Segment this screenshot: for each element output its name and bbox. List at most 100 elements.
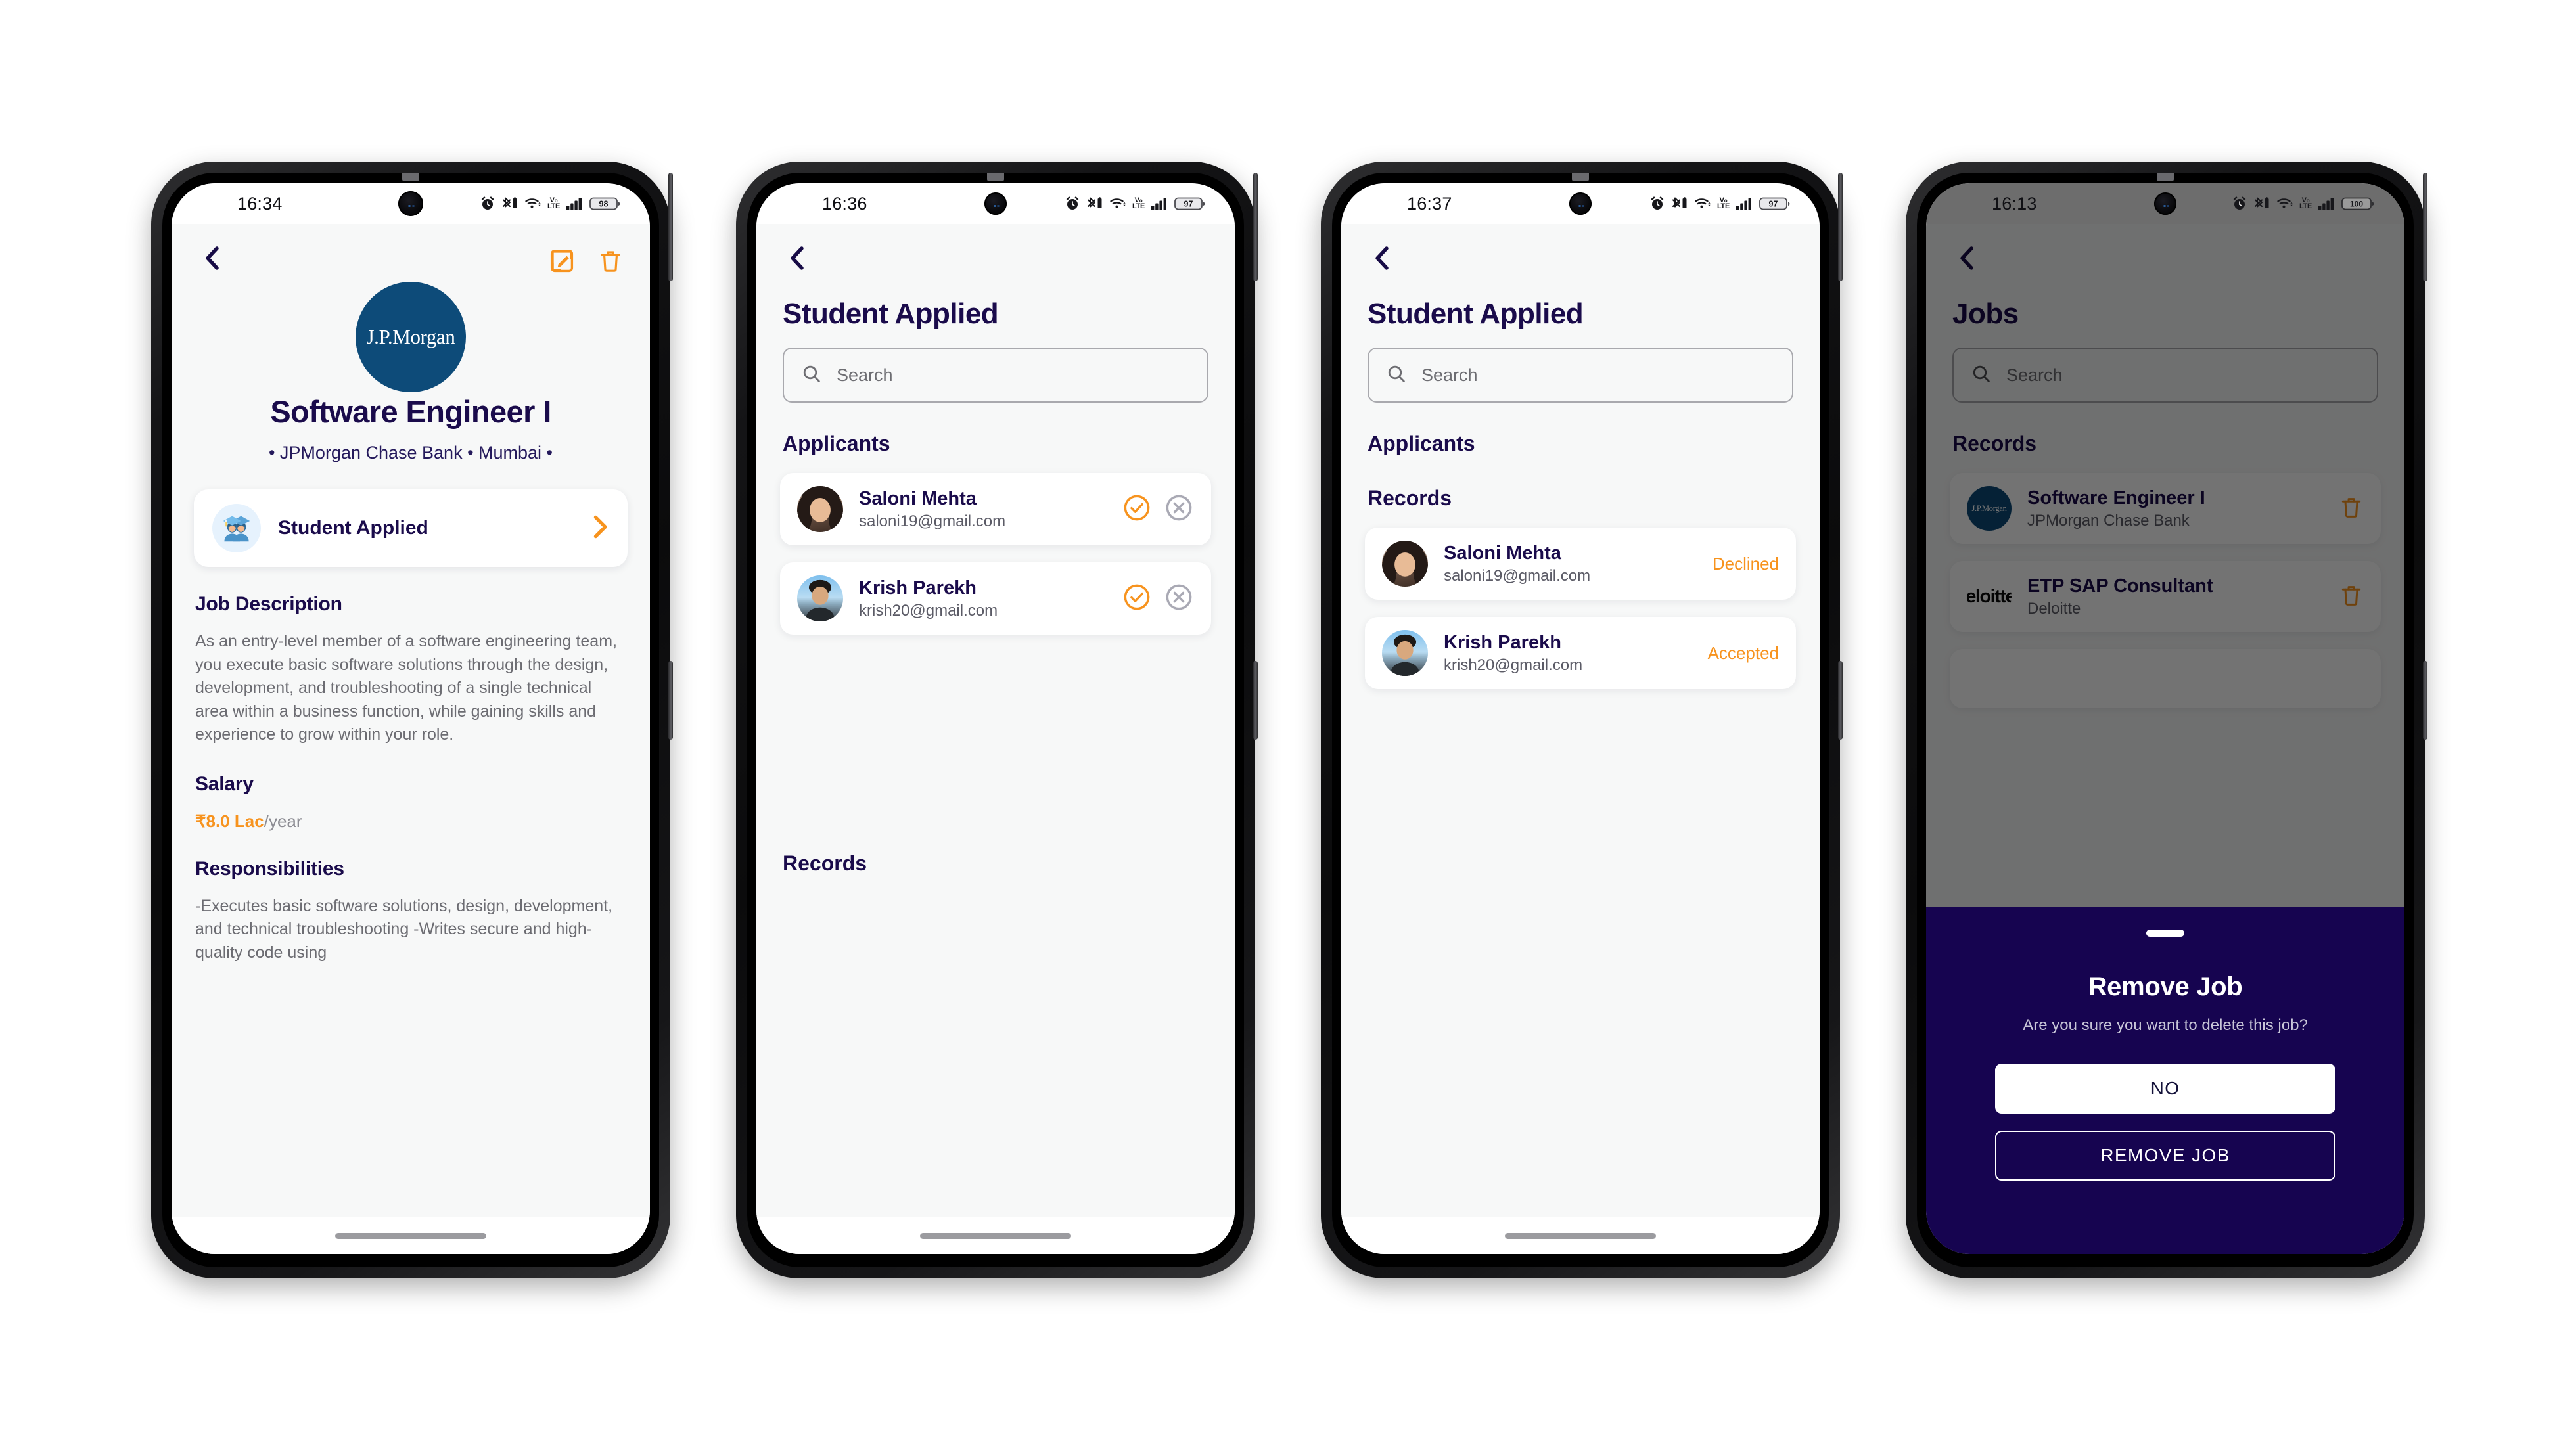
applicants-heading: Applicants xyxy=(1368,432,1475,455)
back-button[interactable] xyxy=(1950,241,1984,275)
job-company: Deloitte xyxy=(2027,600,2081,618)
gesture-bar xyxy=(1926,1217,2404,1254)
wifi-icon xyxy=(2276,196,2293,212)
job-detail-screen: J.P.Morgan Software Engineer I • JPMorga… xyxy=(172,224,650,1217)
job-subtitle: • JPMorgan Chase Bank • Mumbai • xyxy=(268,443,553,462)
confirm-remove-button[interactable]: REMOVE JOB xyxy=(1995,1131,2335,1181)
signal-bars-icon xyxy=(566,196,584,211)
salary-value: ₹8.0 Lac/year xyxy=(195,811,626,832)
job-row[interactable] xyxy=(1950,649,2381,708)
applicants-heading: Applicants xyxy=(783,432,890,455)
alarm-icon xyxy=(480,196,495,212)
record-row[interactable]: Saloni Mehta saloni19@gmail.com Declined xyxy=(1365,528,1796,600)
search-placeholder: Search xyxy=(837,365,893,385)
applicant-row[interactable]: Saloni Mehta saloni19@gmail.com xyxy=(780,473,1211,545)
alarm-icon xyxy=(1649,196,1665,212)
company-logo-text: J.P.Morgan xyxy=(1971,503,2007,513)
bluetooth-battery-icon xyxy=(501,196,518,212)
status-badge: Accepted xyxy=(1707,642,1779,663)
status-time: 16:13 xyxy=(1992,193,2037,214)
power-button[interactable] xyxy=(1253,661,1258,740)
svg-text:98: 98 xyxy=(599,200,609,209)
drag-handle[interactable] xyxy=(2146,930,2184,937)
job-description-heading: Job Description xyxy=(195,593,342,615)
signal-bars-icon xyxy=(1151,196,1168,211)
job-row[interactable]: J.P.Morgan Software Engineer I JPMorgan … xyxy=(1950,473,2381,544)
wifi-icon xyxy=(524,196,541,212)
earpiece-slot xyxy=(2157,173,2174,181)
job-row[interactable]: Deloitte ETP SAP Consultant Deloitte xyxy=(1950,561,2381,632)
job-title: ETP SAP Consultant xyxy=(2027,575,2213,596)
search-placeholder: Search xyxy=(1421,365,1478,385)
dialog-message: Are you sure you want to delete this job… xyxy=(2023,1016,2308,1034)
svg-text:97: 97 xyxy=(1184,200,1193,209)
svg-text:100: 100 xyxy=(2350,200,2363,209)
power-button[interactable] xyxy=(1838,661,1843,740)
decline-x-icon[interactable] xyxy=(1164,493,1194,526)
status-badge: Declined xyxy=(1712,553,1779,574)
applicant-email: saloni19@gmail.com xyxy=(859,512,1006,531)
phone-1-job-detail: 16:34 Vo LTE 98 J.P.Morgan Software Engi… xyxy=(151,162,673,1278)
search-icon xyxy=(1971,363,1992,388)
battery-icon: 97 xyxy=(1174,196,1206,212)
wifi-icon xyxy=(1109,196,1126,212)
phone-3-records: 16:37 Vo LTE 97 Student Applied Search A… xyxy=(1321,162,1843,1278)
dialog-title: Remove Job xyxy=(2088,972,2243,1001)
cancel-button[interactable]: NO xyxy=(1995,1064,2335,1114)
record-name: Saloni Mehta xyxy=(1444,542,1561,564)
front-camera-cutout xyxy=(1569,192,1592,215)
applicant-email: krish20@gmail.com xyxy=(859,602,998,620)
company-logo: Deloitte xyxy=(1967,574,2012,619)
back-button[interactable] xyxy=(195,241,229,275)
volume-button[interactable] xyxy=(1253,173,1258,281)
delete-icon[interactable] xyxy=(2339,494,2364,524)
salary-period: /year xyxy=(264,811,302,831)
search-input[interactable]: Search xyxy=(1368,348,1793,403)
company-logo: J.P.Morgan xyxy=(1967,486,2012,531)
applicant-row[interactable]: Krish Parekh krish20@gmail.com xyxy=(780,562,1211,635)
status-time: 16:37 xyxy=(1407,193,1452,214)
back-button[interactable] xyxy=(1365,241,1399,275)
back-button[interactable] xyxy=(780,241,814,275)
status-bar: 16:36 Vo LTE 97 xyxy=(756,183,1235,224)
accept-check-icon[interactable] xyxy=(1122,582,1152,616)
responsibilities-body: -Executes basic software solutions, desi… xyxy=(195,896,613,962)
avatar xyxy=(1382,630,1428,676)
volume-button[interactable] xyxy=(668,173,673,281)
volte-icon: Vo LTE xyxy=(1716,196,1730,210)
gesture-bar xyxy=(172,1217,650,1254)
accept-check-icon[interactable] xyxy=(1122,493,1152,526)
earpiece-slot xyxy=(987,173,1004,181)
volte-icon: Vo LTE xyxy=(1132,196,1145,210)
responsibilities-heading: Responsibilities xyxy=(195,857,344,880)
volume-button[interactable] xyxy=(2423,173,2427,281)
search-input[interactable]: Search xyxy=(1952,348,2378,403)
record-email: saloni19@gmail.com xyxy=(1444,567,1591,585)
power-button[interactable] xyxy=(668,661,673,740)
signal-bars-icon xyxy=(1736,196,1753,211)
avatar xyxy=(797,486,843,532)
delete-icon[interactable] xyxy=(595,245,626,277)
status-time: 16:36 xyxy=(822,193,867,214)
avatar xyxy=(797,575,843,621)
bluetooth-battery-icon xyxy=(1086,196,1103,212)
power-button[interactable] xyxy=(2423,661,2427,740)
job-title: Software Engineer I xyxy=(2027,487,2205,508)
volume-button[interactable] xyxy=(1838,173,1843,281)
search-input[interactable]: Search xyxy=(783,348,1208,403)
search-placeholder: Search xyxy=(2006,365,2063,385)
decline-x-icon[interactable] xyxy=(1164,582,1194,616)
record-row[interactable]: Krish Parekh krish20@gmail.com Accepted xyxy=(1365,617,1796,689)
delete-icon[interactable] xyxy=(2339,582,2364,612)
records-heading: Records xyxy=(783,851,867,875)
chevron-right-icon xyxy=(589,515,609,542)
screenshot-stage: 16:34 Vo LTE 98 J.P.Morgan Software Engi… xyxy=(0,0,2576,1440)
search-icon xyxy=(801,363,822,388)
edit-icon[interactable] xyxy=(546,245,578,277)
gesture-bar xyxy=(1341,1217,1820,1254)
page-title: Student Applied xyxy=(783,298,999,330)
bluetooth-battery-icon xyxy=(1671,196,1688,212)
applicant-name: Krish Parekh xyxy=(859,577,977,598)
student-applied-card[interactable]: Student Applied xyxy=(194,489,628,567)
signal-bars-icon xyxy=(2318,196,2335,211)
